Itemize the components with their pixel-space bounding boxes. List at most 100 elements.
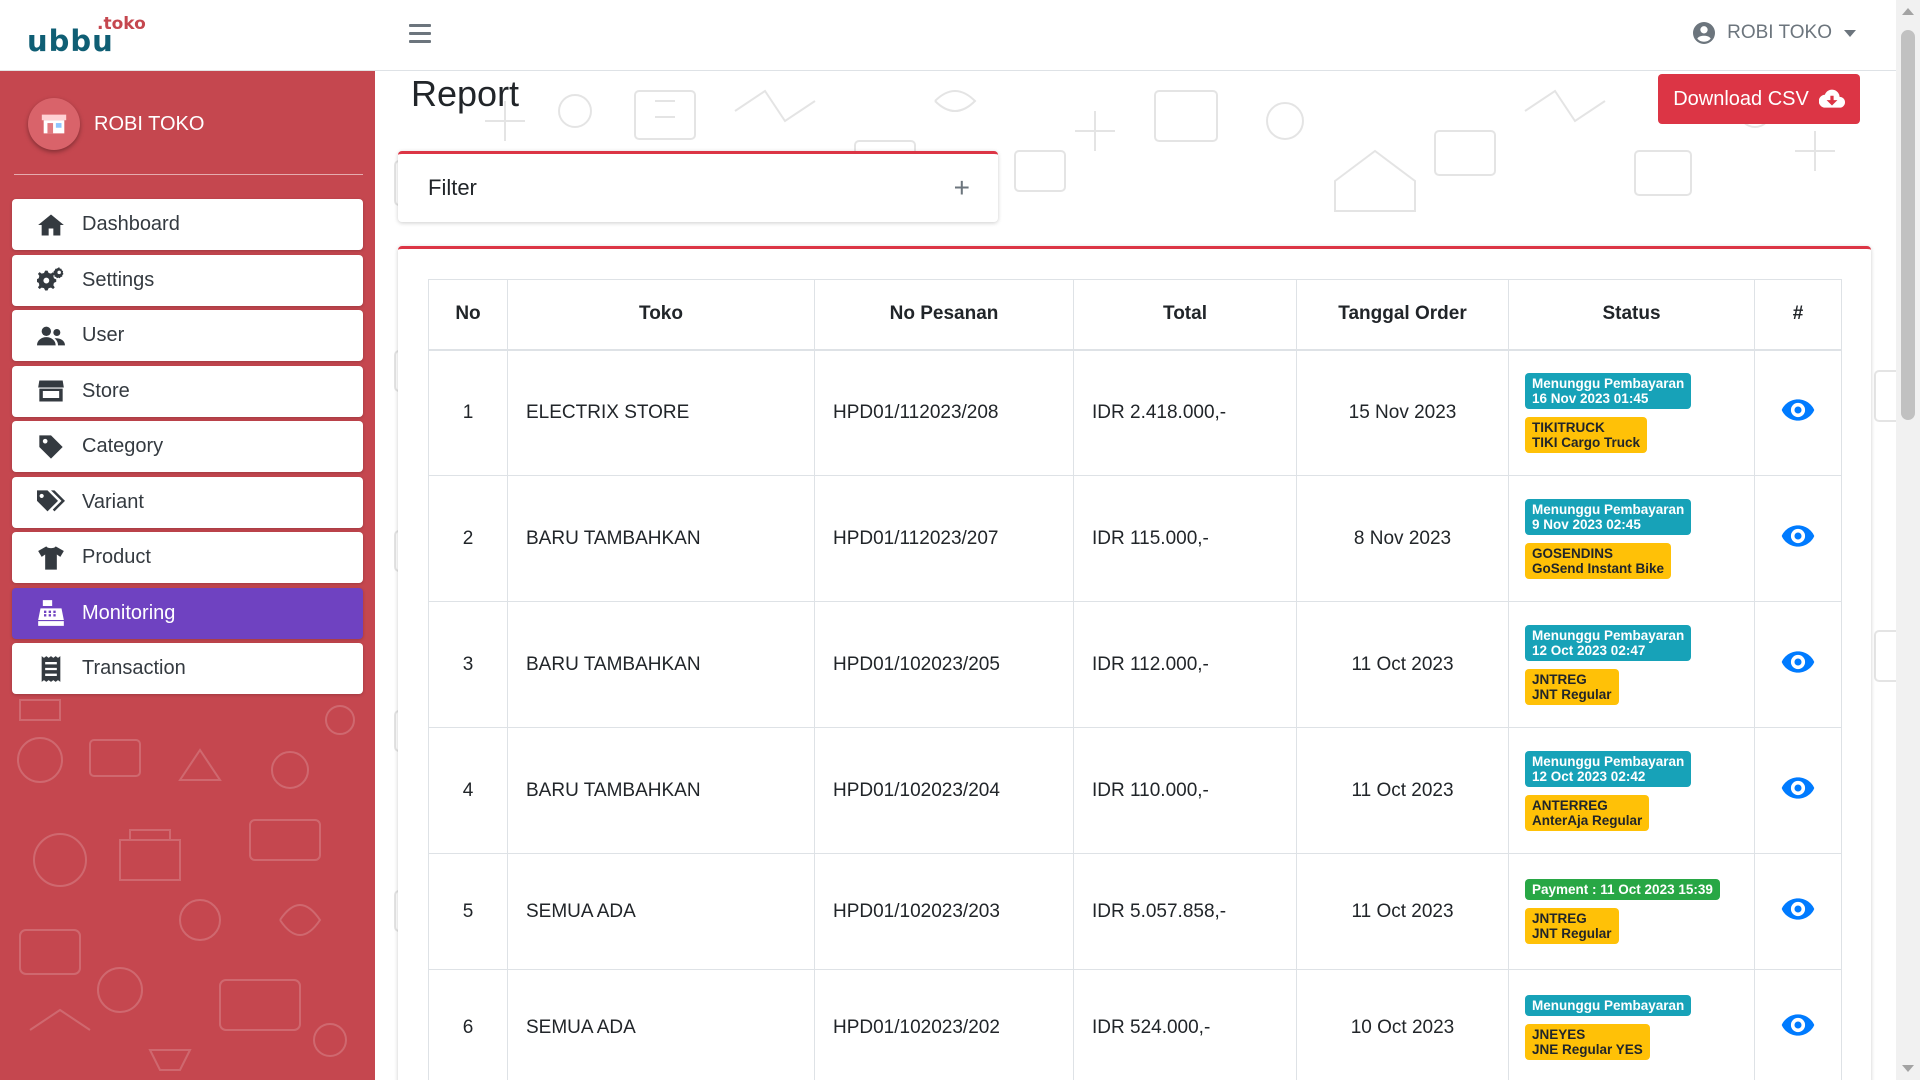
sidebar-item-product[interactable]: Product: [12, 532, 363, 583]
cell-status: Payment : 11 Oct 2023 15:39 JNTREG JNT Re…: [1508, 853, 1755, 970]
cell-no-pesanan: HPD01/112023/207: [814, 475, 1074, 602]
sidebar-item-user[interactable]: User: [12, 310, 363, 361]
eye-icon[interactable]: [1781, 393, 1815, 427]
column-header[interactable]: Total: [1073, 279, 1297, 351]
cell-status: Menunggu Pembayaran JNEYES JNE Regular YE…: [1508, 969, 1755, 1080]
cell-no: 4: [428, 727, 508, 854]
sidebar-item-store[interactable]: Store: [12, 365, 363, 417]
table-row: 3 BARU TAMBAHKAN HPD01/102023/205 IDR 11…: [428, 601, 1842, 728]
sidebar: ubbu .toko ROBI TOKO Dashboard Settings …: [0, 0, 375, 1080]
courier-badge: JNEYES JNE Regular YES: [1525, 1024, 1650, 1060]
store-avatar: [28, 98, 80, 150]
sidebar-item-variant[interactable]: Variant: [12, 476, 363, 528]
cell-total: IDR 110.000,-: [1073, 727, 1297, 854]
sidebar-nav: Dashboard Settings User Store Category V…: [12, 199, 363, 699]
brand-logo-sup: .toko: [97, 14, 146, 34]
column-header[interactable]: Toko: [507, 279, 815, 351]
sidebar-user-panel[interactable]: ROBI TOKO: [28, 98, 204, 150]
payment-status-badge: Menunggu Pembayaran 16 Nov 2023 01:45: [1525, 372, 1692, 409]
cell-toko: BARU TAMBAHKAN: [507, 727, 815, 854]
eye-icon[interactable]: [1781, 771, 1815, 805]
user-menu-dropdown[interactable]: ROBI TOKO: [1693, 22, 1856, 44]
cell-tanggal-order: 11 Oct 2023: [1296, 601, 1509, 728]
sidebar-item-monitoring[interactable]: Monitoring: [12, 587, 363, 639]
eye-icon[interactable]: [1781, 645, 1815, 679]
users-icon: [36, 321, 66, 351]
payment-status-badge: Menunggu Pembayaran: [1525, 995, 1692, 1016]
cell-action: [1754, 475, 1842, 602]
sidebar-item-transaction[interactable]: Transaction: [12, 643, 363, 694]
table-row: 6 SEMUA ADA HPD01/102023/202 IDR 524.000…: [428, 969, 1842, 1080]
scrollbar-thumb[interactable]: [1901, 30, 1915, 420]
cell-tanggal-order: 8 Nov 2023: [1296, 475, 1509, 602]
sidebar-item-label: Dashboard: [82, 213, 180, 235]
sidebar-item-settings[interactable]: Settings: [12, 254, 363, 306]
cell-toko: BARU TAMBAHKAN: [507, 475, 815, 602]
cell-tanggal-order: 10 Oct 2023: [1296, 969, 1509, 1080]
sidebar-item-label: Variant: [82, 490, 144, 513]
sidebar-item-label: Product: [82, 546, 151, 568]
sidebar-item-label: Transaction: [82, 657, 186, 679]
cell-toko: SEMUA ADA: [507, 853, 815, 970]
cell-no: 5: [428, 853, 508, 970]
plus-icon[interactable]: +: [954, 174, 970, 202]
cell-no-pesanan: HPD01/112023/208: [814, 349, 1074, 476]
courier-badge: GOSENDINS GoSend Instant Bike: [1525, 542, 1672, 579]
cell-total: IDR 115.000,-: [1073, 475, 1297, 602]
cell-toko: ELECTRIX STORE: [507, 349, 815, 476]
column-header[interactable]: Tanggal Order: [1296, 279, 1509, 351]
cell-no-pesanan: HPD01/102023/202: [814, 969, 1074, 1080]
cell-status: Menunggu Pembayaran 16 Nov 2023 01:45 TIK…: [1508, 349, 1755, 476]
tag-icon: [36, 432, 66, 462]
user-circle-icon: [1693, 22, 1716, 44]
scroll-up-icon[interactable]: [1902, 8, 1914, 15]
cash-register-icon: [36, 598, 66, 628]
cell-status: Menunggu Pembayaran 12 Oct 2023 02:47 JNT…: [1508, 601, 1755, 728]
tags-icon: [36, 487, 66, 517]
sidebar-item-dashboard[interactable]: Dashboard: [12, 199, 363, 250]
page-scrollbar[interactable]: [1896, 0, 1920, 1080]
cell-action: [1754, 969, 1842, 1080]
table-row: 4 BARU TAMBAHKAN HPD01/102023/204 IDR 11…: [428, 727, 1842, 854]
divider: [14, 174, 363, 175]
cloud-download-icon: [1818, 89, 1845, 108]
download-csv-button[interactable]: Download CSV: [1658, 74, 1860, 124]
column-header[interactable]: Status: [1508, 279, 1755, 351]
cell-total: IDR 112.000,-: [1073, 601, 1297, 728]
eye-icon[interactable]: [1781, 892, 1815, 926]
payment-status-badge: Menunggu Pembayaran 12 Oct 2023 02:42: [1525, 750, 1692, 787]
cell-no: 3: [428, 601, 508, 728]
menu-toggle-icon[interactable]: [409, 24, 431, 46]
main-content: Report Download CSV Filter + No Toko No …: [375, 71, 1896, 1080]
column-header[interactable]: No Pesanan: [814, 279, 1074, 351]
filter-card[interactable]: Filter +: [398, 151, 998, 222]
cell-action: [1754, 601, 1842, 728]
sidebar-item-label: Store: [82, 379, 130, 402]
cell-no: 1: [428, 349, 508, 476]
store-icon: [36, 376, 66, 406]
sidebar-item-category[interactable]: Category: [12, 421, 363, 472]
home-icon: [36, 210, 66, 240]
cell-total: IDR 524.000,-: [1073, 969, 1297, 1080]
sidebar-user-name: ROBI TOKO: [94, 112, 205, 135]
topbar: ROBI TOKO: [375, 0, 1896, 71]
scroll-down-icon[interactable]: [1902, 1065, 1914, 1072]
courier-badge: ANTERREG AnterAja Regular: [1525, 794, 1650, 831]
cell-total: IDR 2.418.000,-: [1073, 349, 1297, 476]
eye-icon[interactable]: [1781, 1008, 1815, 1042]
table-row: 1 ELECTRIX STORE HPD01/112023/208 IDR 2.…: [428, 349, 1842, 476]
chevron-down-icon: [1844, 29, 1856, 37]
courier-badge: TIKITRUCK TIKI Cargo Truck: [1525, 416, 1648, 453]
cell-no-pesanan: HPD01/102023/205: [814, 601, 1074, 728]
cell-no-pesanan: HPD01/102023/203: [814, 853, 1074, 970]
cell-tanggal-order: 11 Oct 2023: [1296, 853, 1509, 970]
cell-no: 6: [428, 969, 508, 1080]
payment-status-badge: Menunggu Pembayaran 12 Oct 2023 02:47: [1525, 624, 1692, 661]
sidebar-item-label: User: [82, 324, 125, 346]
user-menu-label: ROBI TOKO: [1727, 22, 1832, 43]
brand-bar: ubbu .toko: [0, 0, 375, 71]
cell-toko: BARU TAMBAHKAN: [507, 601, 815, 728]
page-title: Report: [411, 73, 520, 114]
eye-icon[interactable]: [1781, 519, 1815, 553]
column-header[interactable]: No: [428, 279, 508, 351]
